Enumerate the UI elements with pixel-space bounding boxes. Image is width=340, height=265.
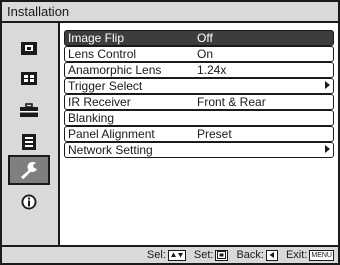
sidebar-item-installation[interactable] — [8, 155, 50, 185]
menu-item-label: Blanking — [68, 110, 115, 125]
toolbox-icon — [20, 102, 38, 117]
menu-item-label: Image Flip — [68, 30, 125, 45]
submenu-arrow-icon — [325, 81, 330, 89]
menu-key-label: MENU — [309, 249, 334, 261]
menu-item-label: Network Setting — [68, 142, 153, 157]
exit-guide-label: Exit: — [285, 249, 308, 261]
enter-key-icon — [215, 249, 229, 261]
sidebar-item-setup[interactable] — [8, 95, 50, 125]
picture-icon — [21, 41, 37, 55]
menu-item-ir-receiver[interactable]: IR Receiver Front & Rear — [64, 94, 334, 110]
menu-item-value: Preset — [197, 126, 232, 141]
menu-item-trigger-select[interactable]: Trigger Select — [64, 78, 334, 94]
wrench-icon — [21, 161, 37, 180]
info-icon — [21, 194, 37, 210]
list-icon — [22, 134, 36, 150]
menu-item-network-setting[interactable]: Network Setting — [64, 142, 334, 158]
sidebar-item-picture[interactable] — [8, 33, 50, 63]
menu-item-lens-control[interactable]: Lens Control On — [64, 46, 334, 62]
menu-item-blanking[interactable]: Blanking — [64, 110, 334, 126]
menu-title-bar: Installation — [2, 2, 338, 23]
sidebar-item-information[interactable] — [8, 187, 50, 217]
category-sidebar — [2, 23, 60, 245]
menu-item-value: Off — [197, 30, 213, 45]
menu-item-panel-alignment[interactable]: Panel Alignment Preset — [64, 126, 334, 142]
menu-item-value: Front & Rear — [197, 94, 266, 109]
installation-menu-screen: Installation Image Flip Off Lens Control… — [0, 0, 340, 265]
menu-item-label: Panel Alignment — [68, 126, 155, 141]
sidebar-item-function[interactable] — [8, 127, 50, 157]
set-guide-label: Set: — [193, 249, 214, 261]
menu-item-label: Anamorphic Lens — [68, 62, 162, 77]
sidebar-item-screen[interactable] — [8, 63, 50, 93]
menu-item-image-flip[interactable]: Image Flip Off — [64, 30, 334, 46]
menu-item-anamorphic-lens[interactable]: Anamorphic Lens 1.24x — [64, 62, 334, 78]
screen-icon — [21, 71, 37, 85]
select-guide-label: Sel: — [146, 249, 166, 261]
up-down-key-icon — [167, 249, 186, 261]
menu-title: Installation — [7, 4, 70, 19]
menu-item-label: Trigger Select — [68, 78, 143, 93]
menu-item-value: 1.24x — [197, 62, 227, 77]
back-guide-label: Back: — [236, 249, 264, 261]
menu-item-label: Lens Control — [68, 46, 137, 61]
left-key-icon — [265, 249, 278, 261]
menu-item-label: IR Receiver — [68, 94, 131, 109]
menu-item-value: On — [197, 46, 214, 61]
submenu-arrow-icon — [325, 145, 330, 153]
key-guide-bar: Sel: Set: Back: Exit: MENU — [2, 245, 338, 263]
